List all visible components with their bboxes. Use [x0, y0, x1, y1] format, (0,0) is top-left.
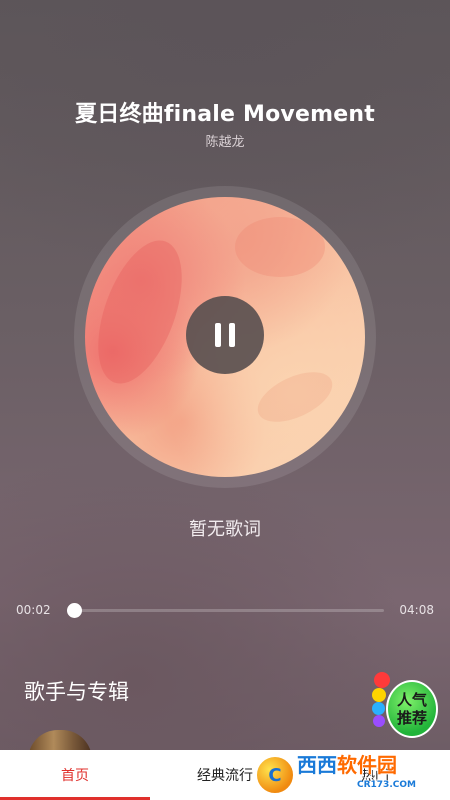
popular-recommend-badge[interactable]: 人气 推荐 [372, 672, 438, 742]
decor-ball [374, 672, 390, 688]
watermark-text: 西西软件园 CR173.COM [297, 755, 416, 795]
badge-circle: 人气 推荐 [386, 680, 438, 738]
lyrics-text: 暂无歌词 [189, 519, 261, 540]
pause-icon [215, 323, 235, 347]
watermark-right: 软件园 [337, 753, 397, 777]
section-title: 歌手与专辑 [24, 680, 129, 704]
song-title: 夏日终曲finale Movement [75, 102, 375, 127]
disc-art-detail [235, 217, 325, 277]
disc-art-detail [250, 361, 340, 433]
watermark-url: CR173.COM [357, 780, 416, 790]
total-time: 04:08 [399, 603, 434, 617]
decor-ball [372, 702, 385, 715]
badge-line2: 推荐 [396, 709, 427, 727]
watermark-logo-icon: C [255, 755, 295, 795]
elapsed-time: 00:02 [16, 603, 51, 617]
pause-button[interactable] [186, 296, 264, 374]
badge-line1: 人气 [396, 691, 427, 709]
progress-thumb[interactable] [66, 603, 82, 618]
decor-ball [373, 715, 385, 727]
watermark-left: 西西 [297, 753, 337, 777]
decor-ball [372, 688, 386, 702]
artist-name: 陈越龙 [205, 135, 245, 150]
tab-home[interactable]: 首页 [0, 750, 150, 800]
progress-track[interactable] [71, 609, 384, 612]
watermark: C 西西软件园 CR173.COM [255, 752, 435, 798]
